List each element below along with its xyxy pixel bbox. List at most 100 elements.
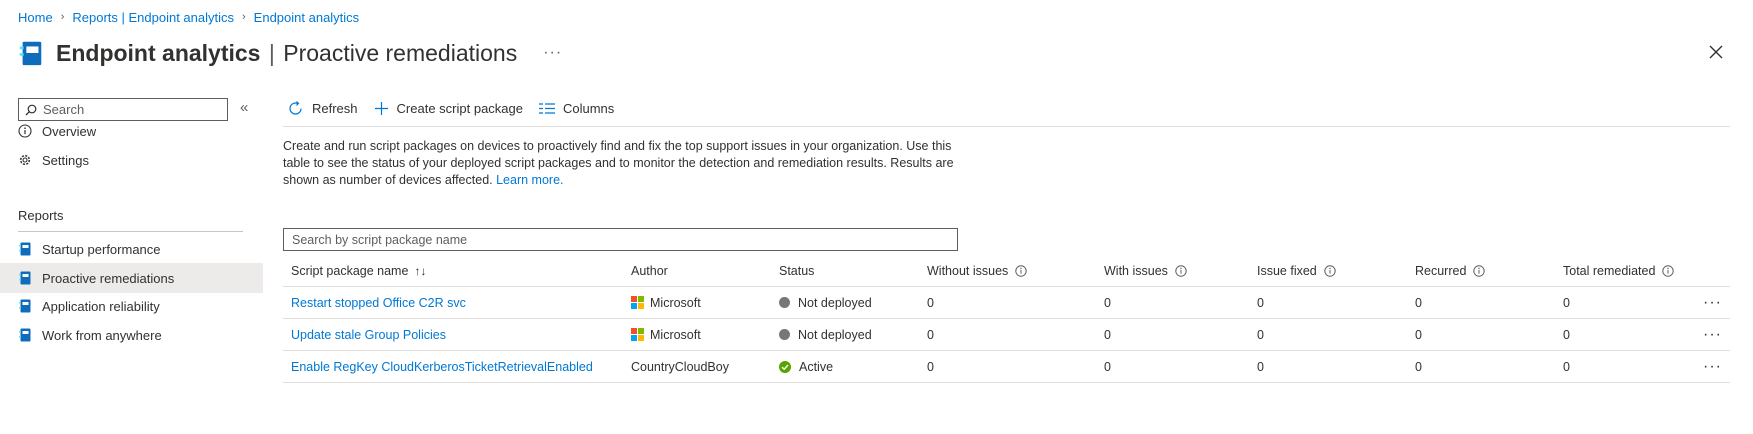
- sidebar-item-proactive-remediations[interactable]: Proactive remediations: [0, 263, 263, 293]
- with-issues-cell: 0: [1104, 359, 1111, 374]
- command-bar: Refresh Create script package Columns: [287, 96, 630, 120]
- report-book-icon: [18, 299, 32, 313]
- create-script-package-label: Create script package: [396, 100, 523, 116]
- columns-button[interactable]: Columns: [538, 101, 614, 116]
- sidebar-item-label: Work from anywhere: [42, 327, 162, 343]
- issue-fixed-cell: 0: [1257, 327, 1264, 342]
- breadcrumb: Home › Reports | Endpoint analytics › En…: [18, 8, 359, 26]
- status-text: Not deployed: [798, 327, 872, 342]
- column-header-author: Author: [631, 264, 668, 278]
- table-row: Update stale Group Policies Microsoft No…: [283, 319, 1730, 351]
- column-header-issue-fixed: Issue fixed: [1257, 256, 1336, 286]
- with-issues-cell: 0: [1104, 327, 1111, 342]
- sidebar-divider: [18, 231, 243, 232]
- column-header-recurred: Recurred: [1415, 256, 1486, 286]
- checkmark-circle-icon: [779, 360, 791, 373]
- total-remediated-cell: 0: [1563, 359, 1570, 374]
- script-package-link[interactable]: Enable RegKey CloudKerberosTicketRetriev…: [291, 360, 593, 374]
- script-package-link[interactable]: Restart stopped Office C2R svc: [291, 296, 466, 310]
- microsoft-logo-icon: [631, 296, 644, 309]
- status-cell: Not deployed: [779, 287, 872, 318]
- column-header-with-issues: With issues: [1104, 256, 1187, 286]
- breadcrumb-home[interactable]: Home: [18, 10, 53, 25]
- info-icon[interactable]: [1015, 265, 1027, 277]
- recurred-cell: 0: [1415, 327, 1422, 342]
- refresh-icon: [289, 100, 302, 115]
- info-icon[interactable]: [1324, 265, 1336, 277]
- page-title-secondary: Proactive remediations: [283, 39, 518, 66]
- without-issues-cell: 0: [927, 295, 934, 310]
- table-row: Restart stopped Office C2R svc Microsoft…: [283, 287, 1730, 319]
- create-script-package-button[interactable]: Create script package: [374, 101, 523, 116]
- author-name: CountryCloudBoy: [631, 359, 729, 374]
- info-icon[interactable]: [1662, 265, 1675, 277]
- sidebar-item-label: Application reliability: [42, 298, 160, 314]
- column-header-label: With issues: [1104, 264, 1168, 278]
- issue-fixed-cell: 0: [1257, 295, 1264, 310]
- author-cell: Microsoft: [631, 287, 701, 318]
- page-description: Create and run script packages on device…: [283, 138, 963, 189]
- row-more-button[interactable]: ···: [1703, 351, 1722, 382]
- status-cell: Not deployed: [779, 319, 872, 350]
- chevron-right-icon: ›: [60, 11, 65, 23]
- gear-icon: [18, 153, 32, 167]
- recurred-cell: 0: [1415, 295, 1422, 310]
- row-more-button[interactable]: ···: [1703, 287, 1722, 318]
- sidebar-item-work-from-anywhere[interactable]: Work from anywhere: [0, 320, 263, 350]
- column-header-script-package-name[interactable]: Script package name ↑↓: [291, 256, 426, 286]
- sidebar-item-settings[interactable]: Settings: [0, 145, 263, 175]
- sidebar-item-startup-performance[interactable]: Startup performance: [0, 234, 263, 264]
- sidebar-item-application-reliability[interactable]: Application reliability: [0, 291, 263, 321]
- script-package-search-input[interactable]: [283, 228, 958, 251]
- collapse-sidebar-icon[interactable]: «: [240, 99, 248, 116]
- issue-fixed-cell: 0: [1257, 359, 1264, 374]
- with-issues-cell: 0: [1104, 295, 1111, 310]
- column-header-label: Total remediated: [1563, 264, 1656, 278]
- plus-icon: [374, 101, 388, 115]
- sidebar-item-label: Proactive remediations: [42, 270, 175, 286]
- learn-more-link[interactable]: Learn more.: [496, 173, 563, 187]
- info-icon[interactable]: [1473, 265, 1486, 277]
- author-name: Microsoft: [650, 327, 701, 342]
- table-header-row: Script package name ↑↓ Author Status Wit…: [283, 256, 1730, 287]
- column-header-label: Recurred: [1415, 264, 1467, 278]
- blade-book-icon: [19, 41, 42, 66]
- chevron-right-icon: ›: [242, 11, 246, 23]
- author-cell: CountryCloudBoy: [631, 351, 729, 382]
- sidebar-item-label: Startup performance: [42, 241, 161, 257]
- script-package-link[interactable]: Update stale Group Policies: [291, 328, 446, 342]
- report-book-icon: [18, 242, 32, 256]
- table-row: Enable RegKey CloudKerberosTicketRetriev…: [283, 351, 1730, 383]
- breadcrumb-reports-endpoint-analytics[interactable]: Reports | Endpoint analytics: [72, 10, 234, 25]
- page-title: Endpoint analytics | Proactive remediati…: [56, 40, 517, 67]
- info-icon[interactable]: [1175, 265, 1187, 277]
- column-header-label: Issue fixed: [1257, 264, 1317, 278]
- sidebar-item-label: Settings: [42, 152, 89, 168]
- status-text: Not deployed: [798, 295, 872, 310]
- column-header-without-issues: Without issues: [927, 256, 1027, 286]
- sidebar-section-reports: Reports: [18, 208, 64, 223]
- author-cell: Microsoft: [631, 319, 701, 350]
- close-icon[interactable]: [1704, 40, 1728, 64]
- sort-icon[interactable]: ↑↓: [414, 264, 426, 278]
- header-more-button[interactable]: ···: [543, 44, 562, 62]
- search-icon: [25, 104, 37, 115]
- page-description-text: Create and run script packages on device…: [283, 139, 954, 187]
- sidebar-item-label: Overview: [42, 123, 97, 139]
- sidebar-item-overview[interactable]: Overview: [0, 116, 263, 146]
- page-header: Endpoint analytics | Proactive remediati…: [18, 36, 562, 70]
- total-remediated-cell: 0: [1563, 327, 1570, 342]
- refresh-button[interactable]: Refresh: [287, 100, 358, 117]
- page-title-primary: Endpoint analytics: [56, 39, 261, 66]
- author-name: Microsoft: [650, 295, 701, 310]
- row-more-button[interactable]: ···: [1703, 319, 1722, 350]
- status-cell: Active: [779, 351, 833, 382]
- without-issues-cell: 0: [927, 359, 934, 374]
- status-text: Active: [799, 359, 834, 374]
- refresh-label: Refresh: [312, 100, 358, 116]
- column-header-label: Without issues: [927, 264, 1009, 278]
- page-title-separator: |: [268, 39, 275, 66]
- columns-icon: [538, 102, 555, 114]
- sidebar-search-input[interactable]: [43, 102, 213, 117]
- breadcrumb-endpoint-analytics[interactable]: Endpoint analytics: [254, 10, 360, 25]
